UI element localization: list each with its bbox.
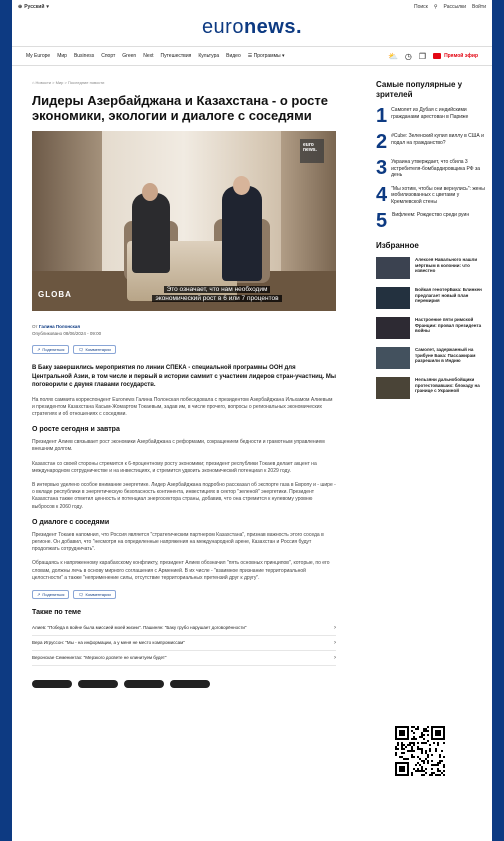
popular-item[interactable]: 4 "Мы хотим, чтобы они вернулись": жены м… xyxy=(376,185,488,206)
paragraph: Президент Алиев связывает рост экономики… xyxy=(32,439,325,453)
comments-button[interactable]: 🗨 Комментарии xyxy=(73,589,116,599)
section-heading: О росте сегодня и завтра xyxy=(32,426,120,434)
popular-item[interactable]: 1 Самолет из Дубая с индийскими гражданам… xyxy=(376,106,488,126)
share-icon: ↗ xyxy=(37,347,41,352)
nav-item[interactable]: Мир xyxy=(57,53,67,59)
related-heading: Также по теме xyxy=(32,608,81,616)
chevron-right-icon: › xyxy=(334,654,336,661)
video-subtitle: Это означает, что нам необходим экономич… xyxy=(122,285,312,303)
comment-icon: 🗨 xyxy=(78,347,84,352)
pick-title: Самолет, задержанный на трибуне Бака: Па… xyxy=(415,347,476,363)
related-link[interactable]: Веронскае Семенинтах: "Мерзкого досвете … xyxy=(32,651,336,666)
popular-heading: Самые популярные у зрителей xyxy=(376,80,463,99)
pick-item[interactable]: Алексея Навального нашли мёртвым в колон… xyxy=(376,257,488,279)
comments-button[interactable]: 🗨 Комментарии xyxy=(73,345,116,354)
related-link[interactable]: Алиев: "Победа в войне была миссией моей… xyxy=(32,621,336,636)
pick-thumbnail xyxy=(376,347,410,369)
layers-icon[interactable]: ❐ xyxy=(419,52,426,61)
sidebar: Самые популярные у зрителей 1 Самолет из … xyxy=(376,80,488,407)
tag-list xyxy=(32,679,336,688)
share-button[interactable]: ↗ Поделиться xyxy=(32,589,70,599)
nav-item[interactable]: Green xyxy=(122,53,136,59)
nav-item[interactable]: Спорт xyxy=(101,53,115,59)
tag-pill[interactable] xyxy=(170,679,210,688)
share-row: ↗ Поделиться 🗨 Комментарии xyxy=(32,345,336,354)
top-bar: ⊕ Русский ▾ Поиск ⚲ Рассылки Войти xyxy=(12,0,492,14)
pick-title: Настроение пяти римской Франции: провал … xyxy=(415,317,482,333)
play-icon xyxy=(433,53,442,59)
author-link[interactable]: Галина Полонская xyxy=(39,324,80,329)
section-heading: О диалоге с соседями xyxy=(32,518,110,526)
pick-title: Нельзяни дальнобойщики протестовавших: б… xyxy=(415,377,480,393)
chevron-down-icon: ▾ xyxy=(46,4,49,10)
nav-item[interactable]: Культура xyxy=(198,53,219,59)
program-logo: GLOBA xyxy=(38,290,72,299)
globe-icon: ⊕ xyxy=(18,4,23,10)
paragraph: На полях саммита корреспондент Euronews … xyxy=(32,396,333,417)
paragraph: Казахстан со своей стороны стремится к 6… xyxy=(32,460,317,474)
picks-heading: Избранное xyxy=(376,241,419,250)
channel-badge: euro news. xyxy=(300,139,324,163)
popular-item[interactable]: 3 Украина утверждает, что сбила 3 истреби… xyxy=(376,158,488,179)
programs-menu[interactable]: ☰ Программы ▾ xyxy=(248,53,285,59)
related-link[interactable]: Вера Игруссон: "Мы - на информации, а у … xyxy=(32,636,336,651)
search-link[interactable]: Поиск xyxy=(414,4,428,10)
weather-icon[interactable]: ⛅ xyxy=(388,52,398,61)
article-title: Лидеры Азербайджана и Казахстана - о рос… xyxy=(32,93,328,123)
tag-pill[interactable] xyxy=(78,679,118,688)
clock-icon[interactable]: ◷ xyxy=(405,52,412,61)
popular-item[interactable]: 2 #Cube: Зеленский купил виллу в США и по… xyxy=(376,132,488,152)
live-button[interactable]: Прямой эфир xyxy=(433,53,478,59)
euronews-logo[interactable]: euro news. xyxy=(12,14,492,40)
popular-item[interactable]: 5 Вифлеем: Рождество среди руин xyxy=(376,211,488,231)
newsletter-link[interactable]: Рассылки xyxy=(444,4,466,10)
breadcrumb[interactable]: ⌂ Новости > Мир > Последние новости xyxy=(32,80,336,85)
nav-item[interactable]: Business xyxy=(74,53,94,59)
paragraph: Обращаясь к напряженному карабахскому ко… xyxy=(32,560,330,581)
nav-item[interactable]: My Europe xyxy=(26,53,50,59)
chevron-right-icon: › xyxy=(334,639,336,646)
tag-pill[interactable] xyxy=(124,679,164,688)
nav-item[interactable]: Видео xyxy=(226,53,241,59)
pick-title: Алексея Навального нашли мёртвым в колон… xyxy=(415,257,478,273)
pick-thumbnail xyxy=(376,287,410,309)
article-lead: В Баку завершились мероприятия по линии … xyxy=(32,365,336,388)
pick-item[interactable]: Бойкая генотерБака: Блинкен предлагает н… xyxy=(376,287,488,309)
pick-title: Бойкая генотерБака: Блинкен предлагает н… xyxy=(415,287,482,303)
hero-video[interactable]: euro news. GLOBA Это означает, что нам н… xyxy=(32,131,336,311)
qr-code xyxy=(395,726,445,776)
signin-link[interactable]: Войти xyxy=(472,4,486,10)
publish-date: Опубликовано 08/06/2024 - 09:00 xyxy=(32,331,102,336)
paragraph: Президент Токаев напомнил, что Россия яв… xyxy=(32,531,324,553)
share-row-bottom: ↗ Поделиться 🗨 Комментарии xyxy=(32,589,336,599)
paragraph: В интервью уделено особое внимание энерг… xyxy=(32,481,336,510)
comment-icon: 🗨 xyxy=(78,591,84,597)
pick-item[interactable]: Настроение пяти римской Франции: провал … xyxy=(376,317,488,339)
pick-item[interactable]: Самолет, задержанный на трибуне Бака: Па… xyxy=(376,347,488,369)
byline: От Галина Полонская Опубликовано 08/06/2… xyxy=(32,324,102,336)
main-nav: My Europe Мир Business Спорт Green Next … xyxy=(12,46,492,66)
language-selector[interactable]: ⊕ Русский ▾ xyxy=(18,4,49,10)
nav-item[interactable]: Next xyxy=(143,53,153,59)
pick-thumbnail xyxy=(376,257,410,279)
tag-pill[interactable] xyxy=(32,679,72,688)
share-icon: ↗ xyxy=(37,591,41,597)
pick-thumbnail xyxy=(376,377,410,399)
pick-item[interactable]: Нельзяни дальнобойщики протестовавших: б… xyxy=(376,377,488,399)
page: ⊕ Русский ▾ Поиск ⚲ Рассылки Войти euro n… xyxy=(12,0,492,841)
search-icon[interactable]: ⚲ xyxy=(434,4,438,10)
nav-item[interactable]: Путешествия xyxy=(160,53,191,59)
article: ⌂ Новости > Мир > Последние новости Лиде… xyxy=(32,80,336,688)
picks-list: Алексея Навального нашли мёртвым в колон… xyxy=(376,257,488,399)
pick-thumbnail xyxy=(376,317,410,339)
chevron-right-icon: › xyxy=(334,624,336,631)
share-button[interactable]: ↗ Поделиться xyxy=(32,345,70,354)
